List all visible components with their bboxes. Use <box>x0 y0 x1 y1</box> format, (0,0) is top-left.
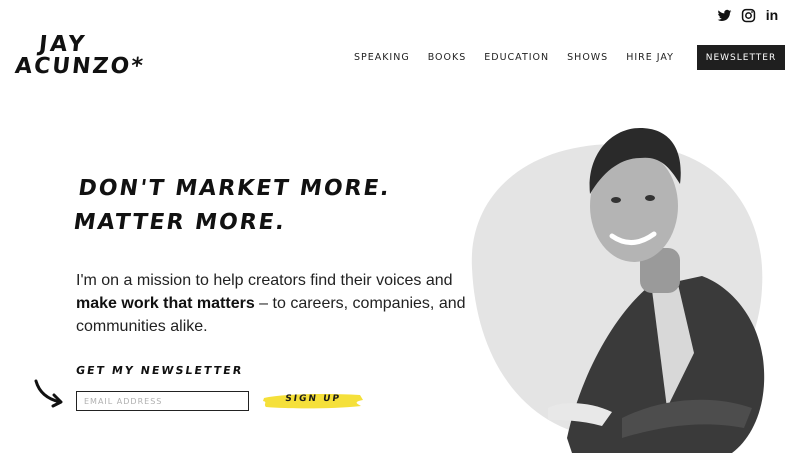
social-links: in <box>716 7 780 23</box>
main-nav: SPEAKING BOOKS EDUCATION SHOWS HIRE JAY … <box>354 45 785 70</box>
twitter-icon[interactable] <box>716 7 732 23</box>
nav-item-speaking[interactable]: SPEAKING <box>354 52 410 63</box>
curved-arrow-icon <box>34 379 63 408</box>
sign-up-label: SIGN UP <box>284 394 342 404</box>
email-input[interactable] <box>76 391 249 411</box>
nav-item-hire-jay[interactable]: HIRE JAY <box>626 52 674 63</box>
nav-item-books[interactable]: BOOKS <box>428 52 467 63</box>
site-logo[interactable]: JAY ACUNZO* <box>14 32 146 84</box>
logo-line-2: ACUNZO* <box>13 54 146 79</box>
newsletter-button[interactable]: NEWSLETTER <box>697 45 785 70</box>
intro-text: I'm on a mission to help creators find t… <box>76 269 476 338</box>
hero-headline: DON'T MARKET MORE. MATTER MORE. <box>71 172 393 240</box>
nav-item-education[interactable]: EDUCATION <box>484 52 549 63</box>
linkedin-icon[interactable]: in <box>764 7 780 23</box>
newsletter-heading: GET MY NEWSLETTER <box>75 364 245 377</box>
intro-bold: make work that matters <box>76 295 255 312</box>
nav-item-shows[interactable]: SHOWS <box>567 52 608 63</box>
sign-up-button[interactable]: SIGN UP <box>262 391 364 410</box>
headline-line-1: DON'T MARKET MORE. <box>76 176 393 201</box>
instagram-icon[interactable] <box>740 7 756 23</box>
intro-part-1: I'm on a mission to help creators find t… <box>76 272 453 289</box>
headline-line-2: MATTER MORE. <box>71 210 288 235</box>
portrait-photo <box>462 108 780 458</box>
